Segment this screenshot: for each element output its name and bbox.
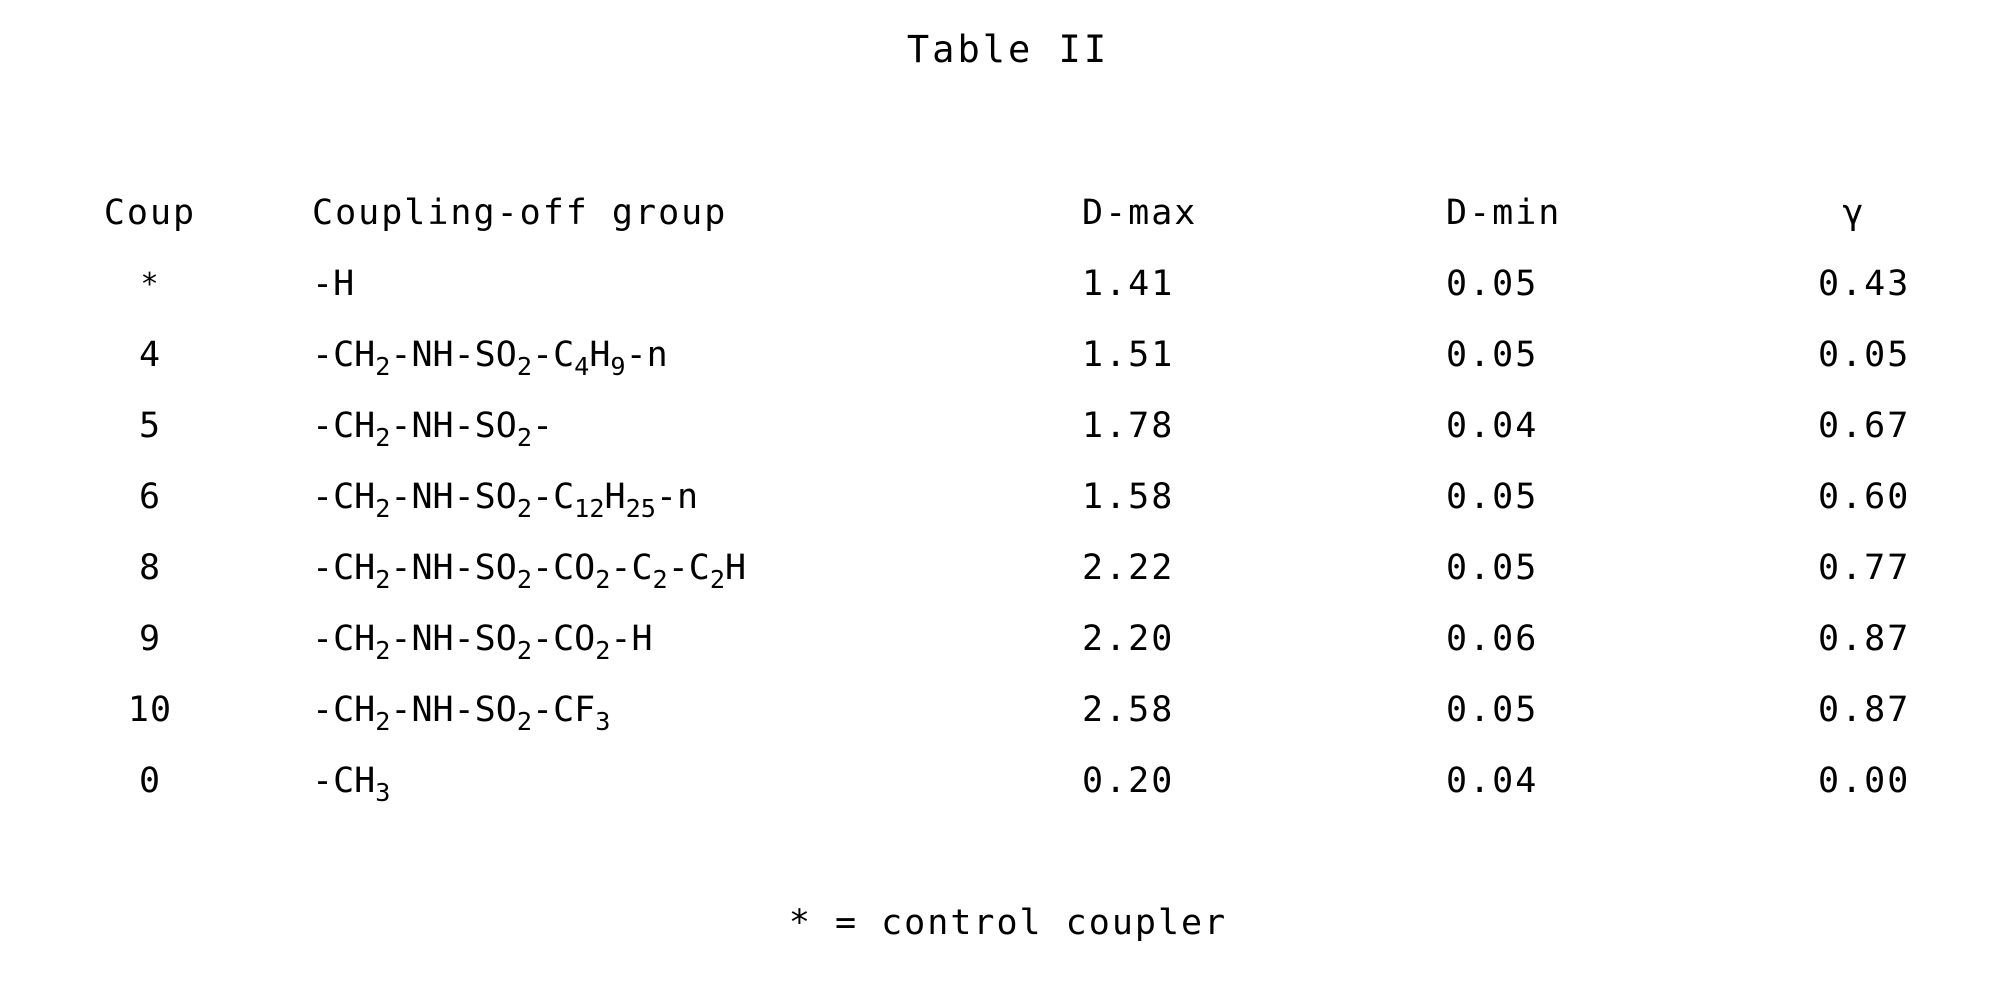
results-table: Coup Coupling-off group D-max D-min γ * -… [0,178,2016,817]
cell-d-max: 2.22 [1082,548,1175,588]
cell-gamma: 0.77 [1818,548,1911,588]
cell-coupling-off-group: -CH3 [312,761,391,808]
page-title: Table II [906,28,1110,71]
document-page: Table II Coup Coupling-off group D-max D… [0,0,2016,1004]
cell-d-min: 0.05 [1446,477,1539,517]
cell-d-max: 1.41 [1082,264,1175,304]
table-header-row: Coup Coupling-off group D-max D-min γ [0,178,2016,249]
column-header-coup: Coup [103,193,197,233]
table-row: 6 -CH2-NH-SO2-C12H25-n 1.58 0.05 0.60 [0,462,2016,533]
cell-d-max: 1.58 [1082,477,1175,517]
cell-coup: * [140,267,160,302]
table-row: 10 -CH2-NH-SO2-CF3 2.58 0.05 0.87 [0,675,2016,746]
cell-d-min: 0.05 [1446,264,1539,304]
table-body: * -H 1.41 0.05 0.43 4 -CH2-NH-SO2-C4H9-n 1.51 0.… [0,249,2016,817]
cell-coup: 8 [138,548,162,588]
cell-coup: 0 [138,761,162,801]
column-header-d-min: D-min [1446,193,1562,233]
cell-gamma: 0.87 [1818,619,1911,659]
cell-d-min: 0.04 [1446,761,1539,801]
cell-coup: 9 [138,619,162,659]
table-row: 9 -CH2-NH-SO2-CO2-H 2.20 0.06 0.87 [0,604,2016,675]
cell-gamma: 0.05 [1818,335,1911,375]
cell-gamma: 0.67 [1818,406,1911,446]
cell-d-max: 0.20 [1082,761,1175,801]
cell-d-max: 1.78 [1082,406,1175,446]
cell-d-min: 0.06 [1446,619,1539,659]
cell-coup: 5 [138,406,162,446]
cell-gamma: 0.87 [1818,690,1911,730]
cell-coupling-off-group: -CH2-NH-SO2-CO2-C2-C2H [312,548,747,595]
column-header-coupling-off-group: Coupling-off group [312,193,728,233]
table-row: 4 -CH2-NH-SO2-C4H9-n 1.51 0.05 0.05 [0,320,2016,391]
cell-coup: 4 [138,335,162,375]
cell-coupling-off-group: -CH2-NH-SO2-CO2-H [312,619,653,666]
cell-coupling-off-group: -CH2-NH-SO2-CF3 [312,690,611,737]
cell-d-min: 0.05 [1446,690,1539,730]
table-row: 5 -CH2-NH-SO2- 1.78 0.04 0.67 [0,391,2016,462]
table-footnote: * = control coupler [788,903,1228,943]
cell-d-max: 2.20 [1082,619,1175,659]
cell-gamma: 0.00 [1818,761,1911,801]
cell-d-min: 0.05 [1446,335,1539,375]
cell-d-max: 2.58 [1082,690,1175,730]
cell-coupling-off-group: -CH2-NH-SO2-C12H25-n [312,477,699,524]
cell-coupling-off-group: -CH2-NH-SO2- [312,406,554,453]
table-row: 8 -CH2-NH-SO2-CO2-C2-C2H 2.22 0.05 0.77 [0,533,2016,604]
column-header-gamma: γ [1842,193,1864,233]
cell-coupling-off-group: -H [312,264,355,304]
cell-d-min: 0.05 [1446,548,1539,588]
table-row: * -H 1.41 0.05 0.43 [0,249,2016,320]
column-header-d-max: D-max [1082,193,1198,233]
table-row: 0 -CH3 0.20 0.04 0.00 [0,746,2016,817]
cell-gamma: 0.43 [1818,264,1911,304]
cell-d-max: 1.51 [1082,335,1175,375]
cell-coupling-off-group: -CH2-NH-SO2-C4H9-n [312,335,668,382]
cell-d-min: 0.04 [1446,406,1539,446]
cell-gamma: 0.60 [1818,477,1911,517]
cell-coup: 10 [127,690,173,730]
cell-coup: 6 [138,477,162,517]
